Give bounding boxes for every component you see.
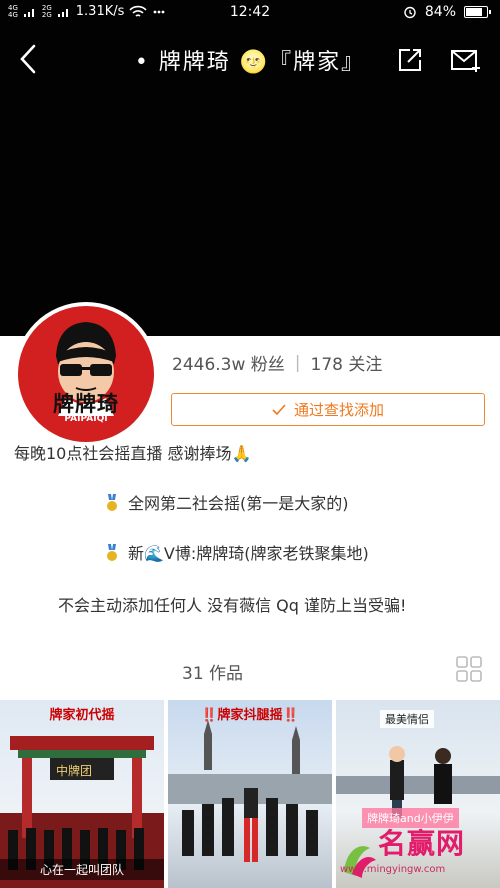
medal-icon xyxy=(107,494,117,511)
grid-view-icon[interactable] xyxy=(456,656,482,682)
stats-divider: | xyxy=(294,352,301,373)
battery-percent: 84% xyxy=(424,4,456,20)
avatar[interactable]: 牌牌琦 PAIPAIQI xyxy=(14,302,158,446)
works-count: 31 作品 xyxy=(182,664,244,684)
avatar-pinyin: PAIPAIQI xyxy=(64,414,108,424)
top-navigation: • 牌牌琦 🌝『牌家』 xyxy=(0,34,500,86)
profile-stats: 2446.3w 粉丝 | 178 关注 xyxy=(172,350,383,376)
avatar-image: 牌牌琦 PAIPAIQI xyxy=(18,306,154,442)
gate-sign: 中牌团 xyxy=(56,764,93,778)
watermark-text: 名赢网 xyxy=(378,827,466,860)
follow-status-button[interactable]: 通过查找添加 xyxy=(171,393,485,426)
medal-icon-2 xyxy=(107,544,117,561)
dancers-illustration xyxy=(168,720,332,862)
message-icon[interactable] xyxy=(450,46,482,74)
followers-count[interactable]: 2446.3w 粉丝 xyxy=(172,350,285,375)
video-thumbnail[interactable]: ‼️牌家抖腿摇‼️ xyxy=(168,700,332,888)
following-count[interactable]: 178 关注 xyxy=(311,350,383,375)
cover-area: 4G 4G 2G 2G 1.31K/s 12:42 84% • 牌牌琦 🌝『牌家… xyxy=(0,0,500,336)
thumbnail-caption: 心在一起叫团队 xyxy=(0,859,164,880)
bio-line-3: 新🌊V博:牌牌琦(牌家老铁聚集地) xyxy=(104,540,369,564)
bio-line-4: 不会主动添加任何人 没有薇信 Qq 谨防上当受骗! xyxy=(58,596,407,615)
follow-button-label: 通过查找添加 xyxy=(293,401,384,419)
video-thumbnail[interactable]: 牌家初代摇 中牌团 心在一起叫团队 xyxy=(0,700,164,888)
bio-line-1: 每晚10点社会摇直播 感谢捧场🙏 xyxy=(14,444,252,463)
alarm-icon xyxy=(404,6,416,19)
check-icon xyxy=(272,403,286,415)
battery-icon xyxy=(464,6,491,18)
watermark-url: www.mingyingw.com xyxy=(340,864,446,875)
status-bar: 4G 4G 2G 2G 1.31K/s 12:42 84% xyxy=(0,0,500,26)
works-header: 31 作品 xyxy=(0,650,500,690)
bio-line-2: 全网第二社会摇(第一是大家的) xyxy=(104,490,349,514)
share-icon[interactable] xyxy=(396,46,424,74)
page-title: • 牌牌琦 🌝『牌家』 xyxy=(134,50,366,75)
